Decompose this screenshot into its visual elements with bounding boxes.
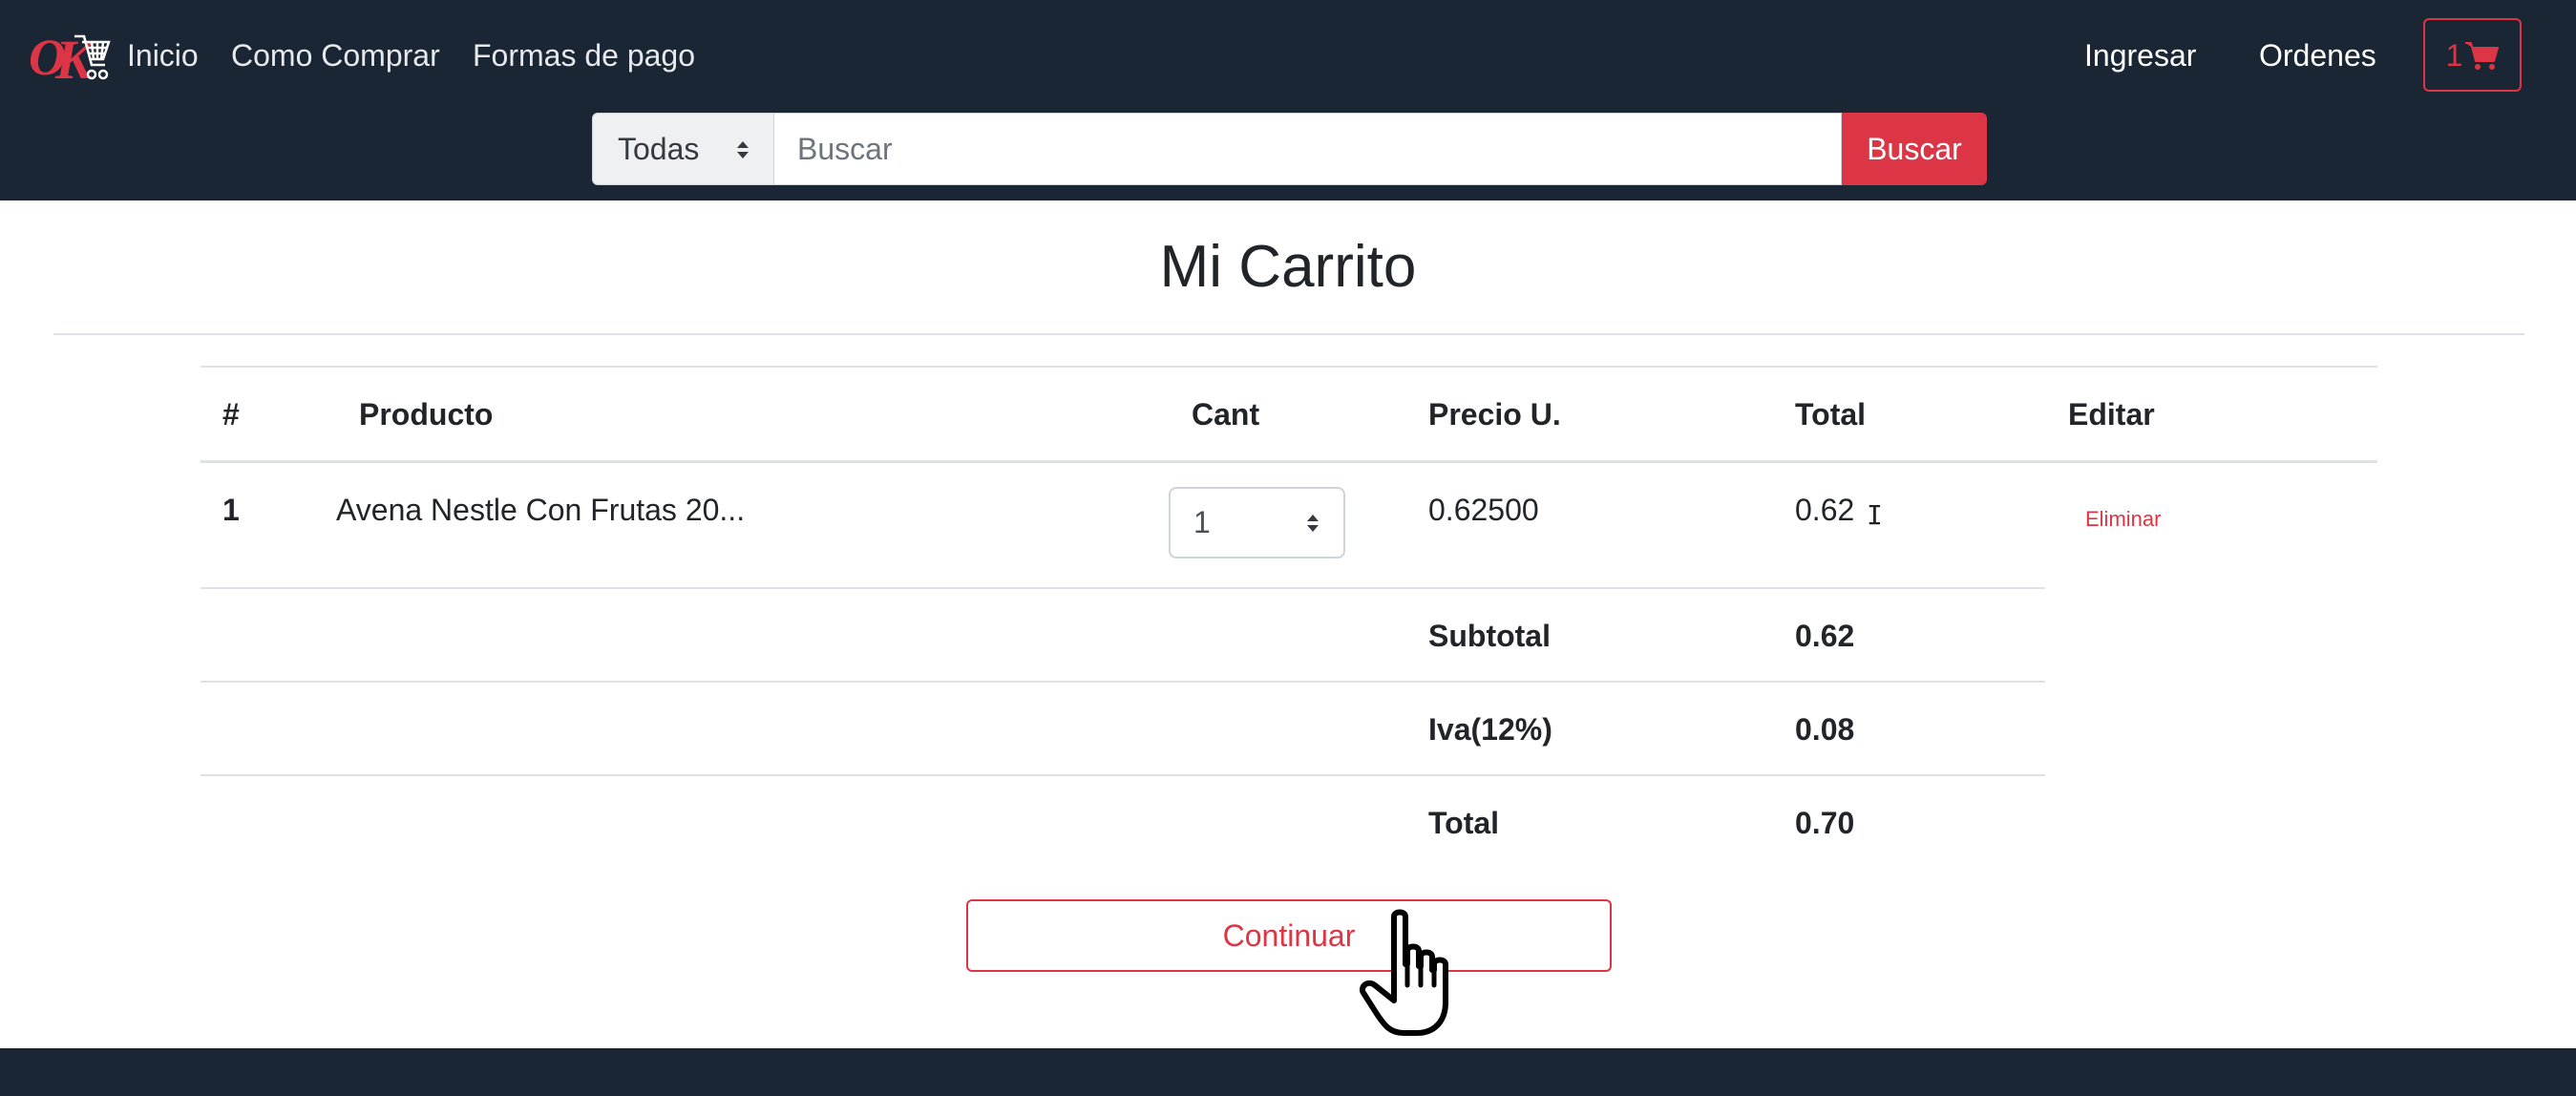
select-arrows-icon — [737, 141, 749, 158]
subtotal-label: Subtotal — [1428, 619, 1551, 653]
row-divider — [201, 587, 2045, 589]
nav-link-ordenes[interactable]: Ordenes — [2259, 34, 2376, 76]
col-header-index: # — [222, 397, 240, 432]
cart-button[interactable]: 1 — [2423, 18, 2522, 92]
search-input[interactable]: Buscar — [774, 113, 1842, 185]
col-header-edit: Editar — [2068, 397, 2155, 432]
col-header-total: Total — [1795, 397, 1867, 432]
shopping-cart-icon — [2465, 41, 2500, 70]
nav-link-como-comprar[interactable]: Como Comprar — [231, 34, 440, 76]
hand-pointer-icon — [1360, 909, 1448, 1036]
col-header-unit-price: Precio U. — [1428, 397, 1561, 432]
row-index: 1 — [222, 493, 240, 527]
row-product-name: Avena Nestle Con Frutas 20... — [336, 493, 746, 527]
iva-label: Iva(12%) — [1428, 712, 1552, 747]
row-divider — [201, 774, 2045, 776]
cart-count: 1 — [2445, 37, 2463, 73]
search-bar: Todas Buscar Buscar — [592, 113, 1987, 185]
row-divider — [201, 681, 2045, 683]
table-header-border — [201, 460, 2377, 463]
row-total: 0.62 — [1795, 493, 1855, 527]
top-navbar: O K Inicio Como Comprar Formas de pago I… — [0, 0, 2576, 200]
col-header-qty: Cant — [1192, 397, 1260, 432]
quantity-select-value: 1 — [1193, 505, 1211, 539]
footer-bar — [0, 1048, 2576, 1096]
row-unit-price: 0.62500 — [1428, 493, 1539, 527]
iva-value: 0.08 — [1795, 712, 1855, 747]
grand-total-value: 0.70 — [1795, 806, 1855, 840]
select-arrows-icon — [1307, 515, 1319, 532]
subtotal-value: 0.62 — [1795, 619, 1855, 653]
nav-link-formas-de-pago[interactable]: Formas de pago — [473, 34, 695, 76]
search-button[interactable]: Buscar — [1842, 113, 1987, 185]
grand-total-label: Total — [1428, 806, 1500, 840]
continue-button[interactable]: Continuar — [966, 899, 1612, 972]
nav-link-inicio[interactable]: Inicio — [127, 34, 199, 76]
category-select[interactable]: Todas — [592, 113, 774, 185]
remove-item-link[interactable]: Eliminar — [2085, 506, 2161, 533]
text-cursor-icon: I — [1867, 499, 1883, 531]
page-title: Mi Carrito — [1159, 234, 1417, 300]
title-divider — [53, 333, 2524, 335]
quantity-select[interactable]: 1 — [1169, 487, 1345, 559]
col-header-product: Producto — [359, 397, 494, 432]
nav-link-ingresar[interactable]: Ingresar — [2084, 34, 2196, 76]
table-top-border — [201, 366, 2377, 368]
category-select-value: Todas — [618, 131, 700, 166]
store-logo[interactable]: O K — [29, 19, 111, 92]
